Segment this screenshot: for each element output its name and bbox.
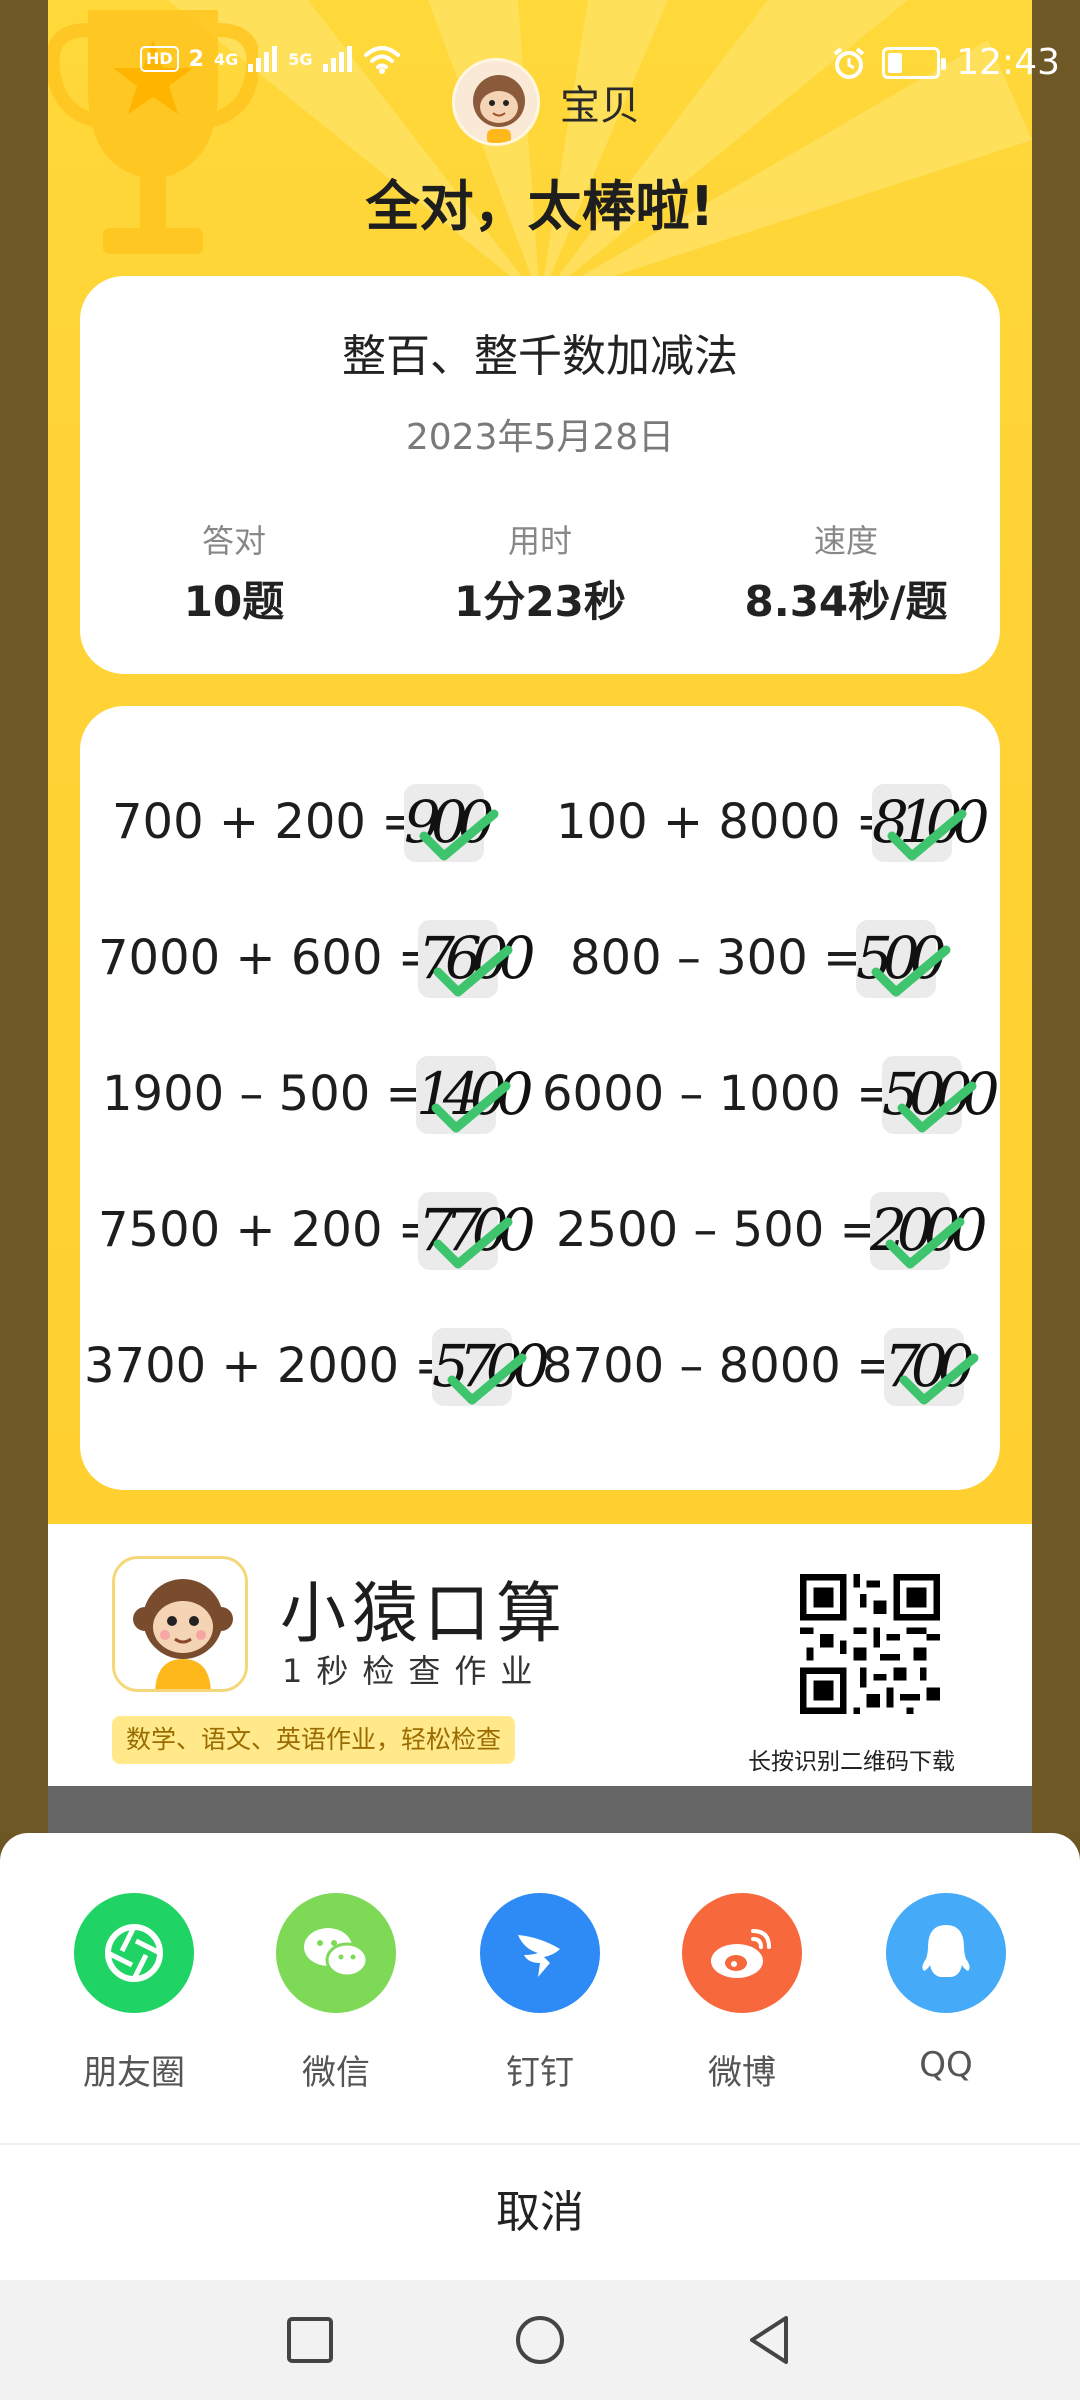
share-sheet: 朋友圈 微信 钉钉 微博 QQ 取消 (0, 1833, 1080, 2280)
stat-speed: 速度 8.34秒/题 (696, 516, 996, 629)
summary-card: 整百、整千数加减法 2023年5月28日 答对 10题 用时 1分23秒 速度 … (80, 276, 1000, 674)
check-icon (885, 1217, 965, 1269)
qr-code-icon[interactable] (800, 1574, 940, 1714)
hd-badge: HD (140, 46, 179, 72)
share-dingtalk[interactable]: 钉钉 (460, 1893, 620, 2094)
weibo-icon[interactable] (682, 1893, 802, 2013)
user-header: 宝贝 (452, 58, 640, 146)
qq-icon[interactable] (886, 1893, 1006, 2013)
username: 宝贝 (560, 83, 640, 129)
navigation-bar (0, 2280, 1080, 2400)
share-label: 钉钉 (506, 2053, 574, 2093)
poster-footer (48, 1786, 1032, 1833)
stat-correct: 答对 10题 (84, 516, 384, 629)
network-type-1: 4G (213, 49, 239, 69)
dim-overlay-right (1032, 0, 1080, 1833)
check-icon (887, 809, 967, 861)
battery-icon (882, 46, 947, 79)
problem-equation: 1900 – 500 = (102, 1066, 426, 1122)
handwritten-answer: 900 (404, 784, 499, 862)
handwritten-answer: 5700 (432, 1328, 550, 1406)
back-icon[interactable] (740, 2310, 800, 2370)
stat-label: 答对 (201, 522, 266, 560)
alarm-icon (833, 46, 865, 79)
app-tagline: 数学、语文、英语作业，轻松检查 (112, 1716, 516, 1764)
share-qq[interactable]: QQ (866, 1893, 1026, 2085)
share-label: 朋友圈 (83, 2053, 185, 2093)
handwritten-answer: 1400 (416, 1056, 534, 1134)
app-logo (112, 1556, 248, 1692)
check-icon (447, 1353, 527, 1405)
check-icon (419, 809, 499, 861)
problem-equation: 3700 + 2000 = (84, 1338, 455, 1394)
problem-equation: 700 + 200 = (112, 794, 422, 850)
app-slogan: 1秒检查作业 (282, 1652, 547, 1690)
stat-label: 用时 (507, 522, 572, 560)
status-system: 12:43 (832, 42, 1060, 83)
problem-equation: 100 + 8000 = (556, 794, 896, 850)
handwritten-answer: 5000 (882, 1056, 1000, 1134)
qr-caption: 长按识别二维码下载 (748, 1749, 955, 1775)
handwritten-answer: 2000 (870, 1192, 988, 1270)
exercise-topic: 整百、整千数加减法 (342, 331, 738, 382)
check-icon (433, 1217, 513, 1269)
dingtalk-icon[interactable] (480, 1893, 600, 2013)
handwritten-answer: 8100 (872, 784, 990, 862)
check-icon (899, 1353, 979, 1405)
wechat-icon[interactable] (276, 1893, 396, 2013)
result-headline: 全对，太棒啦! (365, 175, 715, 238)
moments-icon[interactable] (74, 1893, 194, 2013)
check-icon (871, 945, 951, 997)
check-icon (431, 1081, 511, 1133)
stat-value: 8.34秒/题 (744, 577, 948, 626)
share-moments[interactable]: 朋友圈 (54, 1893, 214, 2094)
check-icon (433, 945, 513, 997)
home-icon[interactable] (510, 2310, 570, 2370)
exercise-date: 2023年5月28日 (405, 417, 675, 458)
monkey-mascot-icon (133, 1579, 233, 1689)
app-promo: 小猿口算 1秒检查作业 数学、语文、英语作业，轻松检查 长按识别二维码下载 (48, 1524, 1032, 1786)
share-label: 微信 (302, 2053, 370, 2093)
cancel-button[interactable]: 取消 (0, 2145, 1080, 2280)
battery-level (888, 52, 903, 73)
stat-value: 1分23秒 (454, 577, 626, 626)
recent-apps-icon[interactable] (280, 2310, 340, 2370)
signal-icon-2 (322, 46, 352, 72)
handwritten-answer: 700 (884, 1328, 979, 1406)
handwritten-answer: 7600 (418, 920, 536, 998)
check-icon (897, 1081, 977, 1133)
app-name: 小猿口算 (280, 1575, 568, 1652)
sim-slot: 2 (188, 46, 204, 72)
problem-equation: 2500 – 500 = (556, 1202, 880, 1258)
share-label: 微博 (708, 2053, 776, 2093)
monkey-avatar-icon (455, 61, 537, 143)
problems-card: 700 + 200 = 900 100 + 8000 = 8100 7000 +… (80, 706, 1000, 1490)
status-indicators: HD 2 4G 5G (140, 44, 401, 74)
clock: 12:43 (956, 42, 1060, 83)
problem-equation: 800 – 300 = (570, 930, 864, 986)
share-weibo[interactable]: 微博 (662, 1893, 822, 2094)
problem-equation: 8700 – 8000 = (542, 1338, 897, 1394)
handwritten-answer: 500 (856, 920, 951, 998)
stat-label: 速度 (813, 522, 878, 560)
wifi-icon (363, 46, 400, 74)
signal-icon (248, 46, 278, 72)
network-type-2: 5G (288, 49, 313, 69)
handwritten-answer: 7700 (418, 1192, 536, 1270)
problem-equation: 6000 – 1000 = (542, 1066, 897, 1122)
dim-overlay-left (0, 0, 48, 1833)
problem-equation: 7000 + 600 = (98, 930, 438, 986)
stat-time: 用时 1分23秒 (390, 516, 690, 629)
share-wechat[interactable]: 微信 (256, 1893, 416, 2094)
problem-equation: 7500 + 200 = (98, 1202, 438, 1258)
stat-value: 10题 (183, 577, 285, 626)
avatar (452, 58, 540, 146)
share-label: QQ (919, 2045, 973, 2085)
